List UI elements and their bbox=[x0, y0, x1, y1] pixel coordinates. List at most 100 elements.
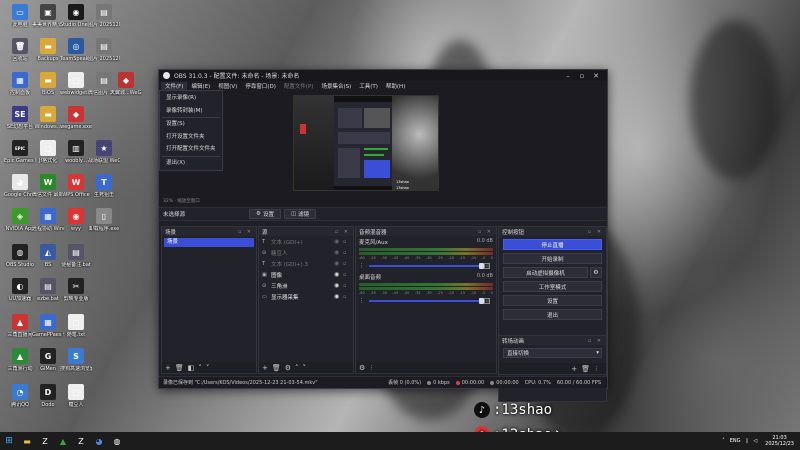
add-transition-icon[interactable]: + bbox=[571, 365, 577, 373]
dock-controls-icon[interactable]: ▫ ✕ bbox=[588, 338, 606, 344]
desktop-icon[interactable]: T 生死狙击 bbox=[88, 174, 120, 198]
menu-item-exit[interactable]: 退出(X) bbox=[160, 157, 222, 170]
file-explorer-icon[interactable]: ▬ bbox=[18, 432, 36, 450]
move-up-icon[interactable]: ˄ bbox=[198, 364, 202, 372]
virtual-camera-button[interactable]: 启动虚拟摄像机 bbox=[503, 267, 588, 278]
lock-icon[interactable]: ▫ bbox=[343, 272, 350, 278]
move-down-icon[interactable]: ˅ bbox=[206, 364, 210, 372]
program-preview[interactable]: 13shao 13shao bbox=[293, 95, 439, 191]
desktop-icon[interactable]: S 搜狗高速浏览器 bbox=[60, 348, 92, 372]
app-z2-icon[interactable]: Z bbox=[72, 432, 90, 450]
move-up-icon[interactable]: ˄ bbox=[295, 364, 299, 372]
desktop-icon[interactable]: ▯ 卸载程序.exe bbox=[88, 208, 120, 232]
desktop-icon[interactable]: ★ 战场联盟 WeGame版 bbox=[88, 140, 120, 164]
menu-profile[interactable]: 配置文件(P) bbox=[280, 82, 318, 90]
start-record-button[interactable]: 开始录制 bbox=[503, 253, 602, 264]
minimize-icon[interactable]: – bbox=[561, 72, 575, 80]
clock[interactable]: 21:03 2025/12/23 bbox=[765, 435, 794, 447]
visibility-eye-icon[interactable]: ◉ bbox=[334, 260, 343, 267]
language-indicator[interactable]: ENG bbox=[730, 438, 741, 444]
menu-scene-collection[interactable]: 场景集合(S) bbox=[317, 82, 355, 90]
visibility-eye-icon[interactable]: ◉ bbox=[334, 249, 343, 256]
dock-controls-icon[interactable]: ▫ ✕ bbox=[335, 229, 353, 235]
tray-chevron-icon[interactable]: ˄ bbox=[722, 438, 725, 444]
visibility-eye-icon[interactable]: ◉ bbox=[334, 282, 343, 289]
menu-help[interactable]: 帮助(H) bbox=[382, 82, 409, 90]
slider-handle[interactable] bbox=[479, 263, 484, 269]
channel-menu-icon[interactable]: ⋮ bbox=[359, 263, 367, 269]
source-filters-button[interactable]: ◫ 滤镜 bbox=[283, 209, 317, 219]
browser-icon[interactable]: ◕ bbox=[90, 432, 108, 450]
menu-docks[interactable]: 停靠窗口(D) bbox=[241, 82, 280, 90]
visibility-eye-icon[interactable]: ◉ bbox=[334, 271, 343, 278]
channel-menu-icon[interactable]: ⋮ bbox=[359, 298, 367, 304]
menu-view[interactable]: 视图(V) bbox=[214, 82, 241, 90]
mixer-menu-icon[interactable]: ⋮ bbox=[369, 365, 374, 371]
desktop-icon[interactable]: ▤ 图片 2025120... bbox=[88, 4, 120, 28]
dock-controls-icon[interactable]: ▫ ✕ bbox=[238, 229, 256, 235]
remove-scene-icon[interactable]: 🗑 bbox=[175, 364, 184, 372]
move-down-icon[interactable]: ˅ bbox=[303, 364, 307, 372]
transition-select[interactable]: 直接切换 ▾ bbox=[503, 348, 602, 358]
volume-slider[interactable] bbox=[369, 298, 484, 304]
dock-controls-icon[interactable]: ▫ ✕ bbox=[588, 229, 606, 235]
desktop-icon[interactable]: ▢ 糖豆人 bbox=[60, 384, 92, 408]
scene-filter-icon[interactable]: ◧ bbox=[188, 364, 195, 372]
source-settings-button[interactable]: ⚙ 设置 bbox=[249, 209, 281, 219]
source-item[interactable]: ⊙ 三角洲 ◉ ▫ bbox=[259, 280, 353, 291]
delta-force-icon[interactable]: ▲ bbox=[54, 432, 72, 450]
add-source-icon[interactable]: + bbox=[262, 364, 268, 372]
settings-button[interactable]: 设置 bbox=[503, 295, 602, 306]
source-item[interactable]: ⊙ 糖豆人 ◉ ▫ bbox=[259, 247, 353, 258]
visibility-eye-icon[interactable]: ◉ bbox=[334, 293, 343, 300]
dock-controls-icon[interactable]: ▫ ✕ bbox=[478, 229, 496, 235]
remove-source-icon[interactable]: 🗑 bbox=[272, 364, 281, 372]
source-item[interactable]: ▭ 显示器采集 ◉ ▫ bbox=[259, 291, 353, 302]
mixer-settings-icon[interactable]: ⚙ bbox=[359, 364, 365, 372]
menu-file[interactable]: 文件(F) bbox=[161, 82, 188, 90]
desktop-icon[interactable]: ◆ wegame.exe bbox=[60, 106, 92, 130]
desktop-icon[interactable]: ▢ 随笔.txt bbox=[60, 314, 92, 338]
source-item[interactable]: ▣ 图像 ◉ ▫ bbox=[259, 269, 353, 280]
obs-titlebar[interactable]: OBS 31.0.3 - 配置文件: 未命名 - 场景: 未命名 – ▫ ✕ bbox=[159, 70, 607, 81]
desktop-icon[interactable]: ▤ 便秘备注.bat bbox=[60, 244, 92, 268]
maximize-icon[interactable]: ▫ bbox=[575, 72, 589, 80]
scene-item[interactable]: 场景 bbox=[164, 238, 254, 247]
menu-item-open-profile-folder[interactable]: 打开配置文件文件夹 bbox=[160, 143, 222, 156]
network-icon[interactable]: ▯ bbox=[746, 438, 749, 444]
preview-scale-label[interactable]: 32% · 缩放至窗口 bbox=[159, 198, 607, 206]
transition-menu-icon[interactable]: ⋮ bbox=[594, 366, 599, 372]
remove-transition-icon[interactable]: 🗑 bbox=[581, 365, 590, 373]
lock-icon[interactable]: ▫ bbox=[343, 283, 350, 289]
stop-stream-button[interactable]: 停止直播 bbox=[503, 239, 602, 250]
source-item[interactable]: T 文本 (GDI+) ◉ ▫ bbox=[259, 236, 353, 247]
desktop-icon[interactable]: ▤ 图片 2025120... bbox=[88, 38, 120, 62]
desktop-icon[interactable]: ✂ 剪映专业版 bbox=[60, 278, 92, 302]
volume-slider[interactable] bbox=[369, 263, 484, 269]
menu-edit[interactable]: 编辑(E) bbox=[187, 82, 214, 90]
source-properties-icon[interactable]: ⚙ bbox=[285, 364, 291, 372]
menu-item-open-settings-folder[interactable]: 打开设置文件夹 bbox=[160, 131, 222, 144]
visibility-eye-icon[interactable]: ◉ bbox=[334, 238, 343, 245]
menu-item-show-recordings[interactable]: 显示录像(R) bbox=[160, 92, 222, 105]
menu-item-settings[interactable]: 设置(S) bbox=[160, 118, 222, 131]
slider-handle[interactable] bbox=[479, 298, 484, 304]
lock-icon[interactable]: ▫ bbox=[343, 261, 350, 267]
lock-icon[interactable]: ▫ bbox=[343, 250, 350, 256]
virtual-camera-settings-icon[interactable]: ⚙ bbox=[590, 267, 602, 278]
desktop-icon[interactable]: ◆ 天翼城...WeGame版 bbox=[110, 72, 142, 96]
exit-button[interactable]: 退出 bbox=[503, 309, 602, 320]
close-icon[interactable]: ✕ bbox=[589, 72, 603, 80]
source-item[interactable]: T 文本 (GDI+) 3 ◉ ▫ bbox=[259, 258, 353, 269]
studio-mode-button[interactable]: 工作室模式 bbox=[503, 281, 602, 292]
speaker-icon[interactable]: ◁ bbox=[484, 263, 490, 269]
obs-icon[interactable]: ◍ bbox=[108, 432, 126, 450]
menu-tools[interactable]: 工具(T) bbox=[355, 82, 382, 90]
lock-icon[interactable]: ▫ bbox=[343, 239, 350, 245]
volume-icon[interactable]: ◁ bbox=[753, 438, 757, 444]
speaker-icon[interactable]: ◁ bbox=[484, 298, 490, 304]
menu-item-remux[interactable]: 录像转封装(M) bbox=[160, 105, 222, 118]
start-icon[interactable]: ⊞ bbox=[0, 432, 18, 450]
lock-icon[interactable]: ▫ bbox=[343, 294, 350, 300]
app-z-icon[interactable]: Z bbox=[36, 432, 54, 450]
